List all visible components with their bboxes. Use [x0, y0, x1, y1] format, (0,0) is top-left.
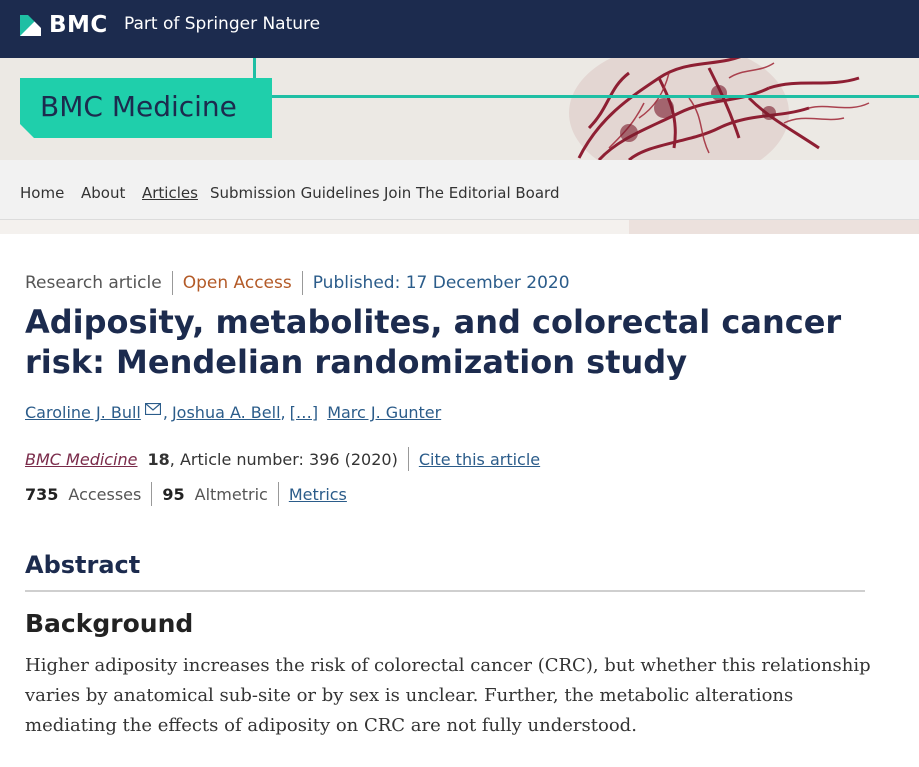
author-link[interactable]: Joshua A. Bell [172, 403, 281, 422]
journal-title: BMC Medicine [40, 90, 237, 123]
nav-item-join-editorial-board[interactable]: Join The Editorial Board [384, 184, 559, 202]
divider [301, 271, 303, 295]
springer-nature-tagline[interactable]: Part of Springer Nature [124, 14, 320, 34]
article-number: , Article number: 396 (2020) [169, 449, 398, 469]
background-text: Higher adiposity increases the risk of c… [25, 655, 871, 736]
nav-item-about[interactable]: About [81, 184, 125, 202]
published-date: Published: 17 December 2020 [312, 273, 570, 293]
citation-line: BMC Medicine 18 , Article number: 396 (2… [25, 447, 540, 471]
author-link[interactable]: Marc J. Gunter [327, 403, 441, 422]
altmetric-label: Altmetric [194, 484, 268, 504]
divider [151, 482, 153, 506]
divider [171, 271, 173, 295]
author-list: Caroline J. Bull , Joshua A. Bell , […] … [25, 400, 441, 422]
bmc-logo[interactable]: BMC [20, 12, 108, 38]
envelope-icon[interactable] [144, 400, 161, 419]
bmc-logo-icon [20, 14, 41, 36]
volume-number: 18 [147, 449, 170, 469]
abstract-heading: Abstract [25, 551, 141, 579]
divider [407, 447, 409, 471]
background-heading: Background [25, 609, 194, 638]
nav-item-articles[interactable]: Articles [142, 184, 198, 202]
divider [277, 482, 279, 506]
site-header: BMC Part of Springer Nature [0, 0, 919, 58]
author-link[interactable]: Caroline J. Bull [25, 403, 141, 422]
banner-accent-line [255, 95, 919, 98]
nav-item-home[interactable]: Home [20, 184, 64, 202]
accesses-label: Accesses [68, 484, 142, 504]
open-access-badge: Open Access [182, 273, 292, 293]
accesses-count: 735 [25, 484, 59, 504]
metrics-link[interactable]: Metrics [289, 485, 347, 504]
journal-nav: Home About Articles Submission Guideline… [0, 160, 919, 220]
journal-badge[interactable]: BMC Medicine [20, 78, 272, 138]
expand-authors-link[interactable]: […] [290, 403, 318, 422]
article-meta: Research article Open Access Published: … [25, 271, 570, 295]
abstract-divider [25, 590, 865, 592]
banner-fade [0, 220, 919, 234]
journal-link[interactable]: BMC Medicine [25, 450, 138, 469]
vascular-banner-image [569, 58, 919, 160]
article-type: Research article [25, 273, 162, 293]
article-metrics: 735 Accesses 95 Altmetric Metrics [25, 482, 347, 506]
journal-banner: BMC Medicine [0, 58, 919, 160]
brand-name: BMC [49, 12, 108, 38]
article-title: Adiposity, metabolites, and colorectal c… [25, 303, 842, 381]
nav-item-submission-guidelines[interactable]: Submission Guidelines [210, 184, 380, 202]
altmetric-count: 95 [162, 484, 185, 504]
banner-accent-line [253, 58, 256, 80]
cite-this-article-link[interactable]: Cite this article [419, 450, 540, 469]
